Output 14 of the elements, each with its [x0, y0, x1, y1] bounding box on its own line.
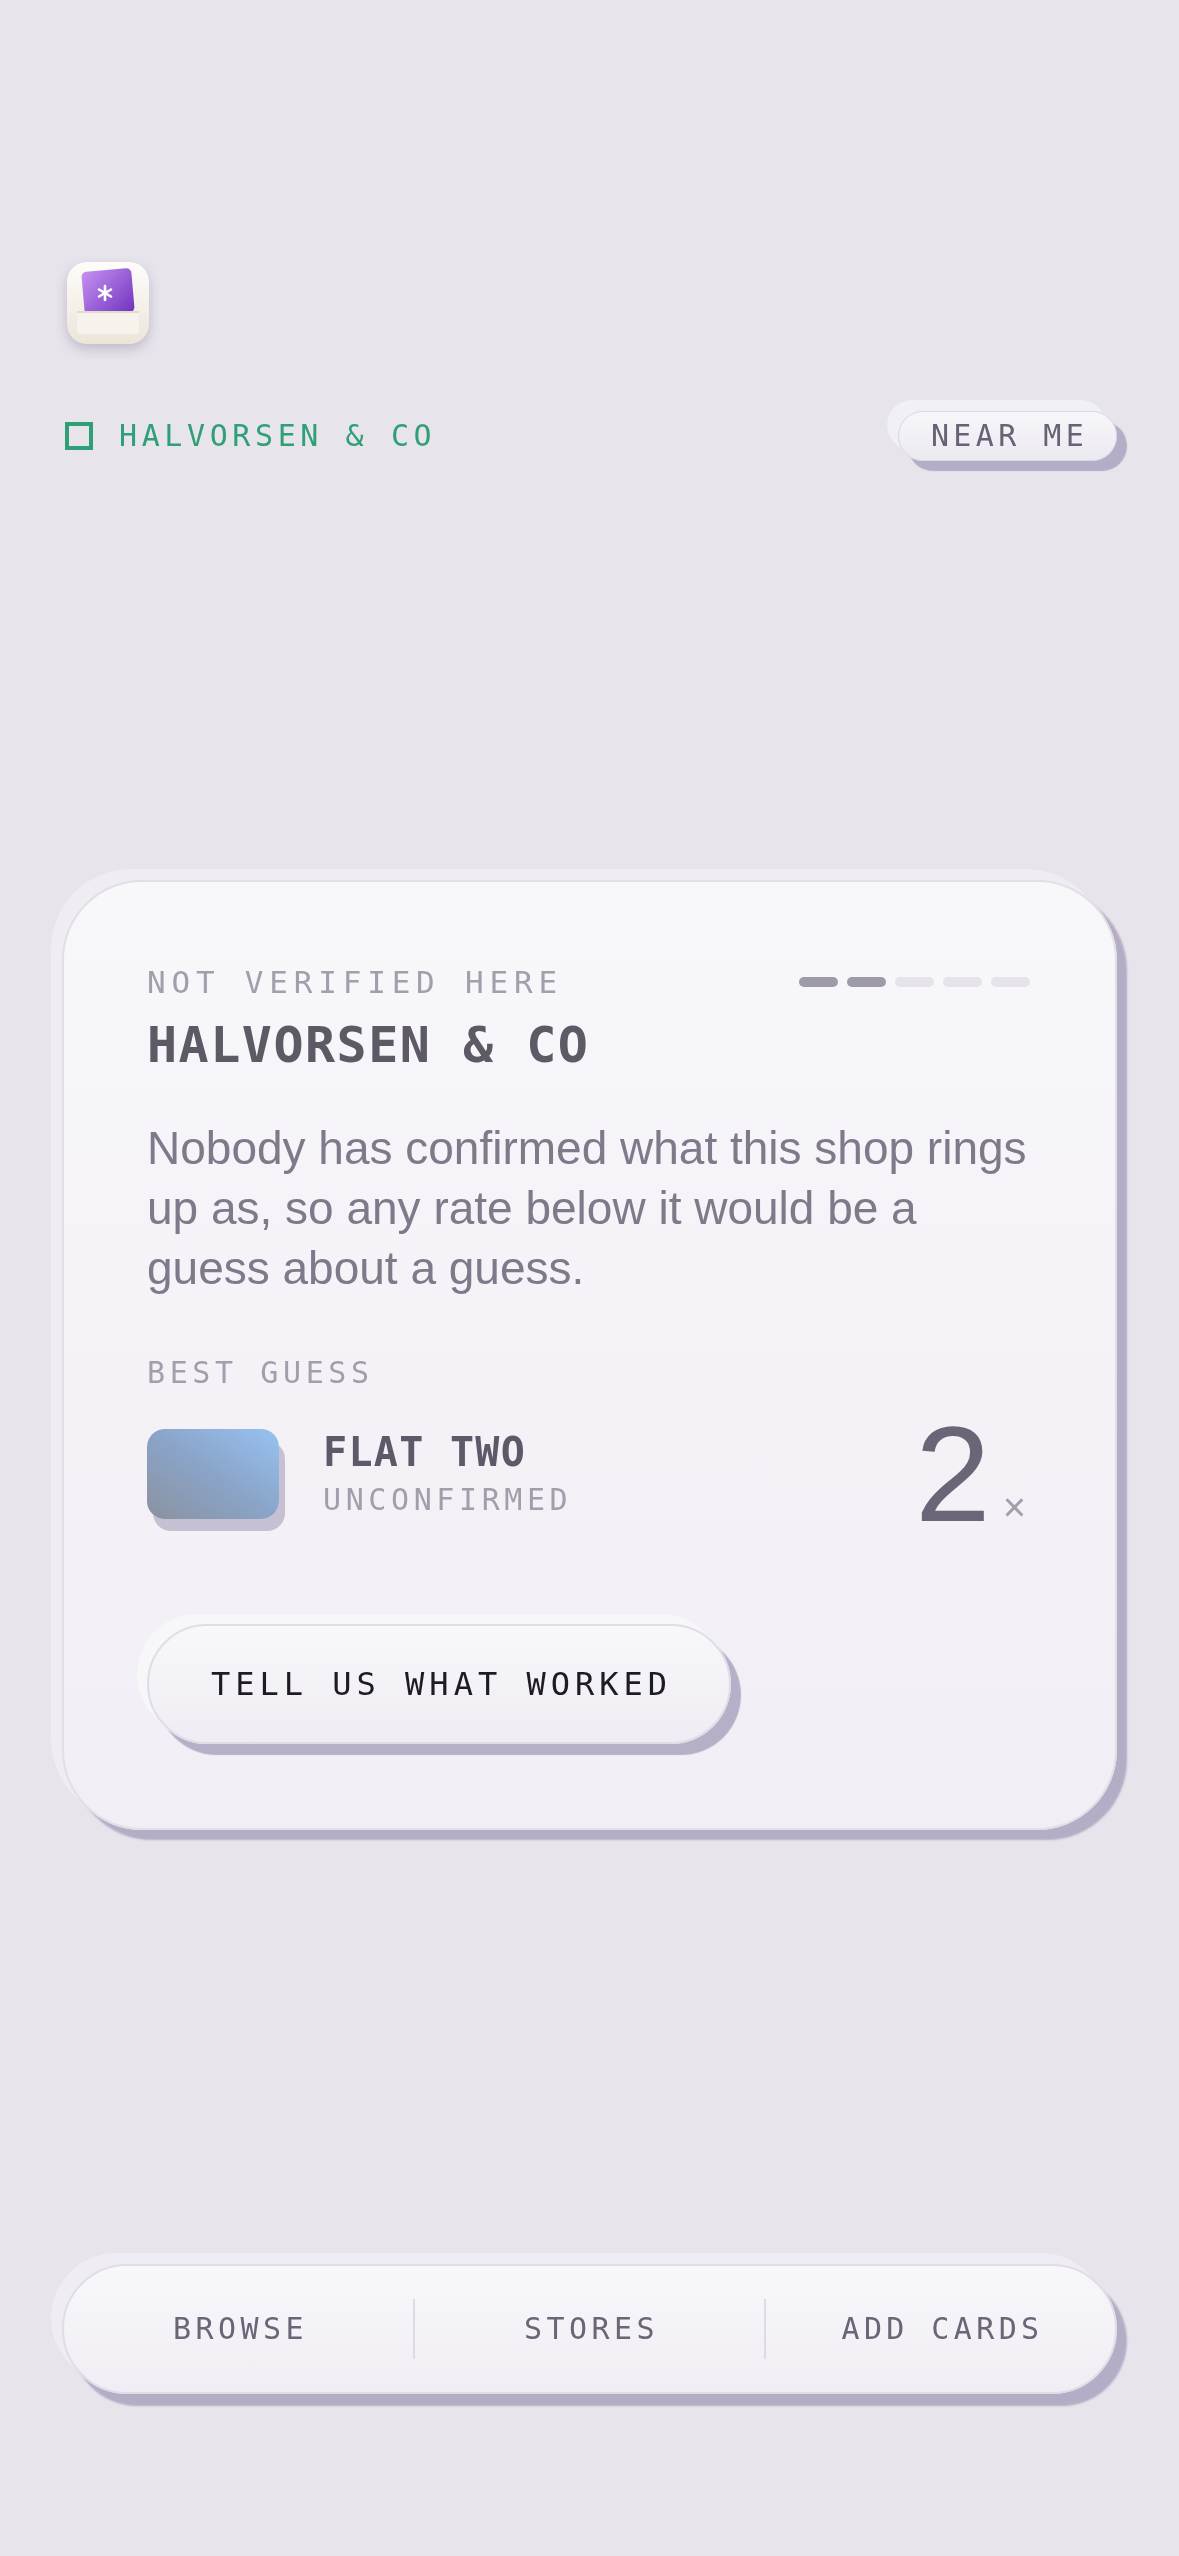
- card-status: UNCONFIRMED: [323, 1482, 573, 1518]
- rate-value: 2: [915, 1414, 991, 1534]
- section-label: BEST GUESS: [147, 1355, 375, 1391]
- store-name: HALVORSEN & CO: [119, 418, 437, 454]
- card-name: FLAT TWO: [323, 1430, 528, 1474]
- square-icon: [65, 422, 93, 450]
- nav-tab[interactable]: ADD CARDS: [766, 2266, 1115, 2392]
- description-text: Nobody has confirmed what this shop rings up as, so any rate below it would be a guess about a guess.: [147, 1121, 1028, 1296]
- app-logo-icon: [67, 262, 149, 344]
- store-title: HALVORSEN & CO: [147, 1015, 591, 1075]
- verification-status: NOT VERIFIED HERE: [147, 964, 563, 1000]
- nav-tab[interactable]: BROWSE: [64, 2266, 413, 2392]
- nav-tab[interactable]: STORES: [415, 2266, 764, 2392]
- rate-unit: ×: [1002, 1487, 1026, 1527]
